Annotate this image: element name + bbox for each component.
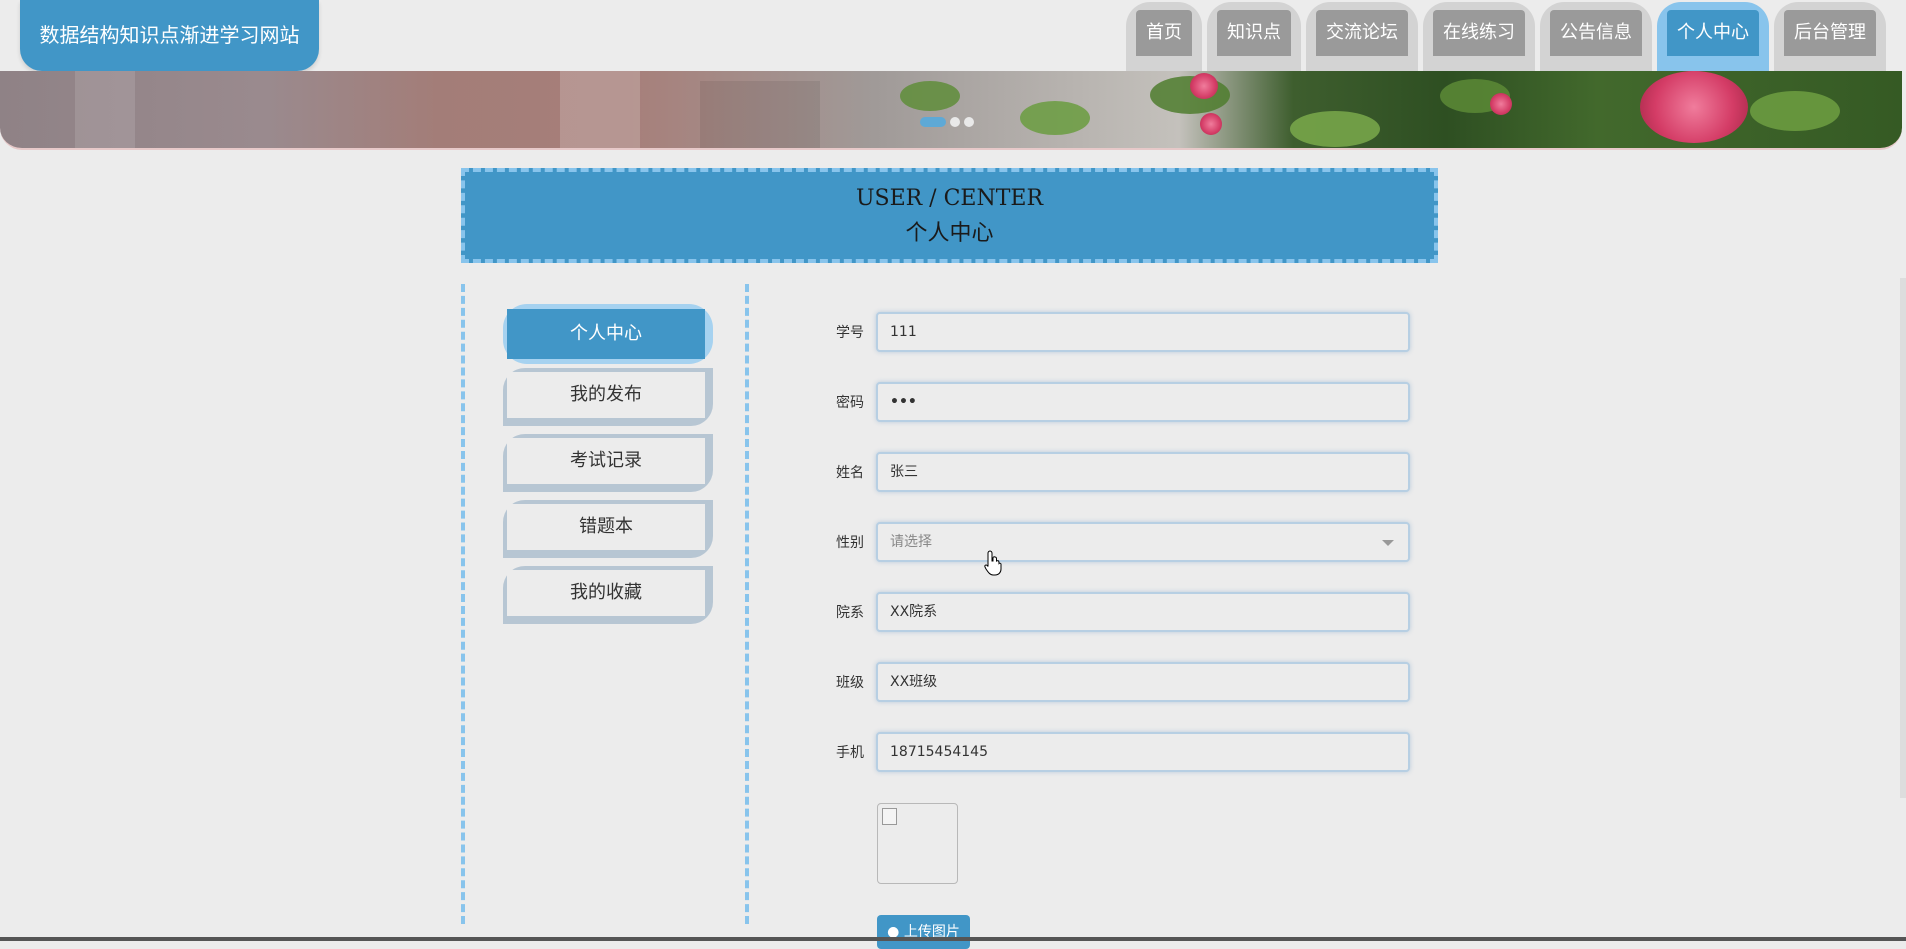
banner-flower-shape — [1200, 113, 1222, 135]
nav-home[interactable]: 首页 — [1126, 2, 1202, 73]
gender-select-placeholder: 请选择 — [890, 534, 932, 550]
banner-building-shape — [75, 71, 135, 148]
nav-admin-label[interactable]: 后台管理 — [1784, 10, 1876, 56]
nav-forum-label[interactable]: 交流论坛 — [1316, 10, 1408, 56]
banner-leaf-shape — [900, 81, 960, 111]
nav-home-label[interactable]: 首页 — [1136, 10, 1192, 56]
gender-select[interactable]: 请选择 — [876, 522, 1410, 562]
scrollbar[interactable] — [1900, 278, 1906, 798]
nav-admin[interactable]: 后台管理 — [1774, 2, 1886, 73]
menu-favorites[interactable]: 我的收藏 — [503, 566, 713, 624]
password-input[interactable]: ••• — [876, 382, 1410, 422]
banner-leaf-shape — [1750, 91, 1840, 131]
banner-leaf-shape — [1290, 111, 1380, 147]
banner-flower-shape — [1490, 93, 1512, 115]
class-input[interactable]: XX班级 — [876, 662, 1410, 702]
name-input[interactable]: 张三 — [876, 452, 1410, 492]
upload-image-button[interactable]: ● 上传图片 — [877, 915, 970, 949]
banner-building-shape — [560, 71, 640, 148]
nav-practice[interactable]: 在线练习 — [1423, 2, 1535, 73]
menu-my-posts[interactable]: 我的发布 — [503, 368, 713, 426]
section-heading: USER / CENTER 个人中心 — [461, 168, 1438, 263]
banner-flower-shape — [1640, 71, 1748, 143]
carousel-dot[interactable] — [920, 117, 946, 127]
banner-flower-shape — [1190, 73, 1218, 99]
heading-english: USER / CENTER — [855, 186, 1044, 211]
carousel-dot[interactable] — [964, 117, 974, 127]
department-input[interactable]: XX院系 — [876, 592, 1410, 632]
banner-building-shape — [700, 81, 820, 148]
site-title[interactable]: 数据结构知识点渐进学习网站 — [20, 0, 319, 71]
menu-exam-records-label[interactable]: 考试记录 — [507, 438, 705, 484]
name-label: 姓名 — [836, 465, 864, 481]
gender-label: 性别 — [836, 535, 864, 551]
heading-chinese: 个人中心 — [905, 221, 994, 246]
nav-announcements-label[interactable]: 公告信息 — [1550, 10, 1642, 56]
banner-carousel[interactable] — [0, 71, 1902, 150]
top-bar: 数据结构知识点渐进学习网站 首页 知识点 交流论坛 在线练习 公告信息 个人中心… — [0, 0, 1906, 73]
class-label: 班级 — [836, 675, 864, 691]
menu-user-center[interactable]: 个人中心 — [503, 304, 713, 364]
menu-wrong-questions-label[interactable]: 错题本 — [507, 504, 705, 550]
student-id-label: 学号 — [836, 325, 864, 341]
main-nav: 首页 知识点 交流论坛 在线练习 公告信息 个人中心 后台管理 — [1126, 2, 1886, 76]
nav-user-center[interactable]: 个人中心 — [1657, 2, 1769, 73]
avatar-preview[interactable] — [877, 803, 958, 884]
nav-knowledge-label[interactable]: 知识点 — [1217, 10, 1291, 56]
hand-cursor-icon — [984, 550, 1002, 576]
phone-label: 手机 — [836, 745, 864, 761]
department-label: 院系 — [836, 605, 864, 621]
carousel-indicators — [920, 117, 974, 127]
nav-knowledge[interactable]: 知识点 — [1207, 2, 1301, 73]
broken-image-icon — [882, 808, 897, 825]
menu-user-center-label[interactable]: 个人中心 — [507, 309, 705, 359]
nav-practice-label[interactable]: 在线练习 — [1433, 10, 1525, 56]
menu-wrong-questions[interactable]: 错题本 — [503, 500, 713, 558]
password-label: 密码 — [836, 395, 864, 411]
phone-input[interactable]: 18715454145 — [876, 732, 1410, 772]
nav-user-center-label[interactable]: 个人中心 — [1667, 10, 1759, 56]
carousel-dot[interactable] — [950, 117, 960, 127]
banner-leaf-shape — [1020, 101, 1090, 135]
menu-exam-records[interactable]: 考试记录 — [503, 434, 713, 492]
taskbar-edge — [0, 937, 1906, 941]
menu-favorites-label[interactable]: 我的收藏 — [507, 570, 705, 616]
nav-forum[interactable]: 交流论坛 — [1306, 2, 1418, 73]
chevron-down-icon — [1382, 540, 1394, 546]
side-menu: 个人中心 我的发布 考试记录 错题本 我的收藏 — [461, 284, 749, 924]
student-id-input[interactable]: 111 — [876, 312, 1410, 352]
nav-announcements[interactable]: 公告信息 — [1540, 2, 1652, 73]
menu-my-posts-label[interactable]: 我的发布 — [507, 372, 705, 418]
